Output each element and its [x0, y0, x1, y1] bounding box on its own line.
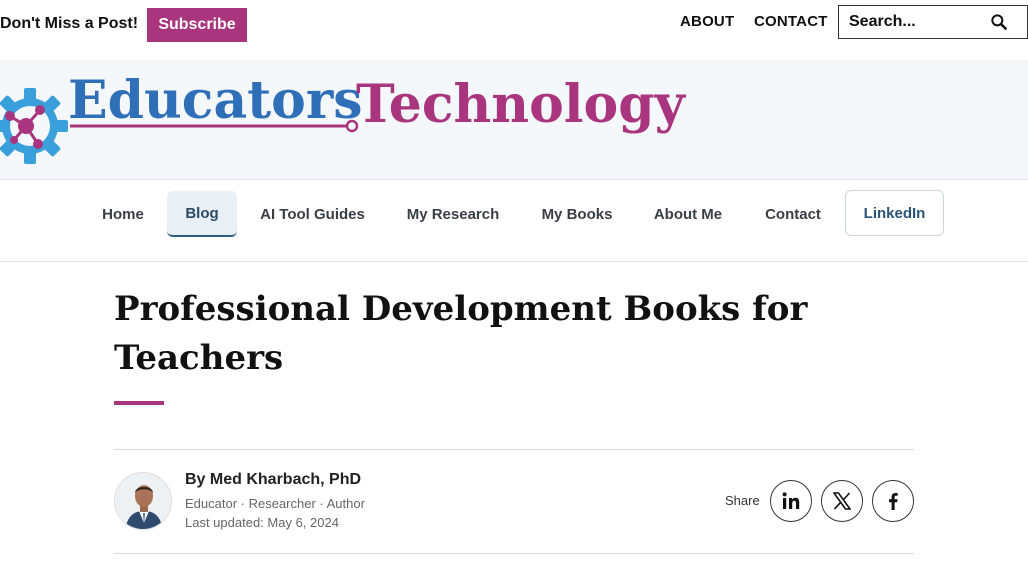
- facebook-icon: [889, 493, 898, 510]
- nav-about-me[interactable]: About Me: [644, 191, 732, 237]
- logo-text-educators: Educators: [68, 70, 363, 131]
- nav-home[interactable]: Home: [92, 191, 154, 237]
- avatar[interactable]: [114, 472, 172, 530]
- nav-my-research[interactable]: My Research: [396, 191, 510, 237]
- top-bar: Don't Miss a Post! Subscribe ABOUT CONTA…: [0, 0, 1028, 52]
- main-nav: Home Blog AI Tool Guides My Research My …: [0, 181, 1028, 262]
- site-banner: Educators Technology: [0, 60, 1028, 180]
- share-label: Share: [725, 493, 760, 508]
- x-icon: [833, 492, 851, 510]
- nav-my-books[interactable]: My Books: [531, 191, 623, 237]
- top-link-contact[interactable]: CONTACT: [754, 13, 828, 30]
- search-input[interactable]: [839, 6, 989, 38]
- author-roles: Educator · Researcher · Author: [185, 496, 365, 511]
- page-title: Professional Development Books for Teach…: [114, 289, 808, 378]
- share-x-button[interactable]: [821, 480, 863, 522]
- title-accent-bar: [114, 401, 164, 405]
- gear-icon: [0, 88, 68, 164]
- search-icon[interactable]: [989, 12, 1009, 32]
- site-logo[interactable]: Educators Technology: [0, 60, 700, 180]
- nav-linkedin[interactable]: LinkedIn: [845, 190, 944, 236]
- linkedin-icon: [782, 492, 800, 509]
- author-name[interactable]: By Med Kharbach, PhD: [185, 471, 361, 489]
- nav-blog[interactable]: Blog: [167, 191, 237, 237]
- share-linkedin-button[interactable]: [770, 480, 812, 522]
- divider-top: [114, 449, 914, 450]
- subscribe-button[interactable]: Subscribe: [147, 8, 247, 42]
- last-updated: Last updated: May 6, 2024: [185, 515, 339, 530]
- promo-text: Don't Miss a Post!: [0, 15, 139, 32]
- top-link-about[interactable]: ABOUT: [680, 13, 734, 30]
- logo-text-technology: Technology: [356, 74, 687, 135]
- nav-contact[interactable]: Contact: [754, 191, 832, 237]
- nav-ai-tool-guides[interactable]: AI Tool Guides: [250, 191, 375, 237]
- divider-bottom: [114, 553, 914, 554]
- search-box: [838, 5, 1028, 39]
- share-facebook-button[interactable]: [872, 480, 914, 522]
